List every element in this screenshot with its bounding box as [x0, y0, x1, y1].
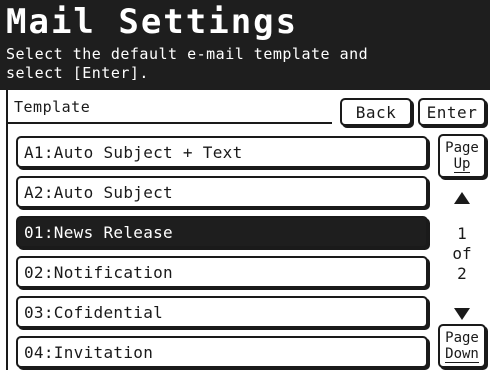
page-down-button[interactable]: Page Down [438, 324, 486, 368]
triangle-down-icon[interactable] [454, 308, 470, 320]
page-up-label-line1: Page [445, 139, 479, 156]
page-current: 1 [457, 224, 467, 243]
template-item-a1[interactable]: A1:Auto Subject + Text [16, 136, 428, 168]
main-panel: Template Back Enter A1:Auto Subject + Te… [0, 90, 490, 370]
back-button[interactable]: Back [340, 98, 412, 126]
template-item-04[interactable]: 04:Invitation [16, 336, 428, 368]
section-divider [6, 122, 332, 124]
instruction-text: Select the default e-mail template and s… [6, 45, 369, 82]
page-up-button[interactable]: Page Up [438, 134, 486, 178]
page-indicator: 1 of 2 [438, 224, 486, 284]
triangle-up-icon[interactable] [454, 192, 470, 204]
page-of: of [452, 244, 472, 263]
page-up-label-line2: Up [453, 155, 471, 173]
header-bar: Mail Settings Select the default e-mail … [0, 0, 490, 90]
template-item-02[interactable]: 02:Notification [16, 256, 428, 288]
template-item-a2[interactable]: A2:Auto Subject [16, 176, 428, 208]
page-total: 2 [457, 264, 467, 283]
section-label: Template [14, 98, 91, 116]
list-frame [6, 90, 16, 370]
template-item-01[interactable]: 01:News Release [16, 216, 428, 248]
page-down-label-line1: Page [445, 329, 479, 346]
page-down-label-line2: Down [445, 345, 479, 363]
template-item-03[interactable]: 03:Cofidential [16, 296, 428, 328]
enter-button[interactable]: Enter [418, 98, 486, 126]
page-title: Mail Settings [6, 2, 299, 42]
